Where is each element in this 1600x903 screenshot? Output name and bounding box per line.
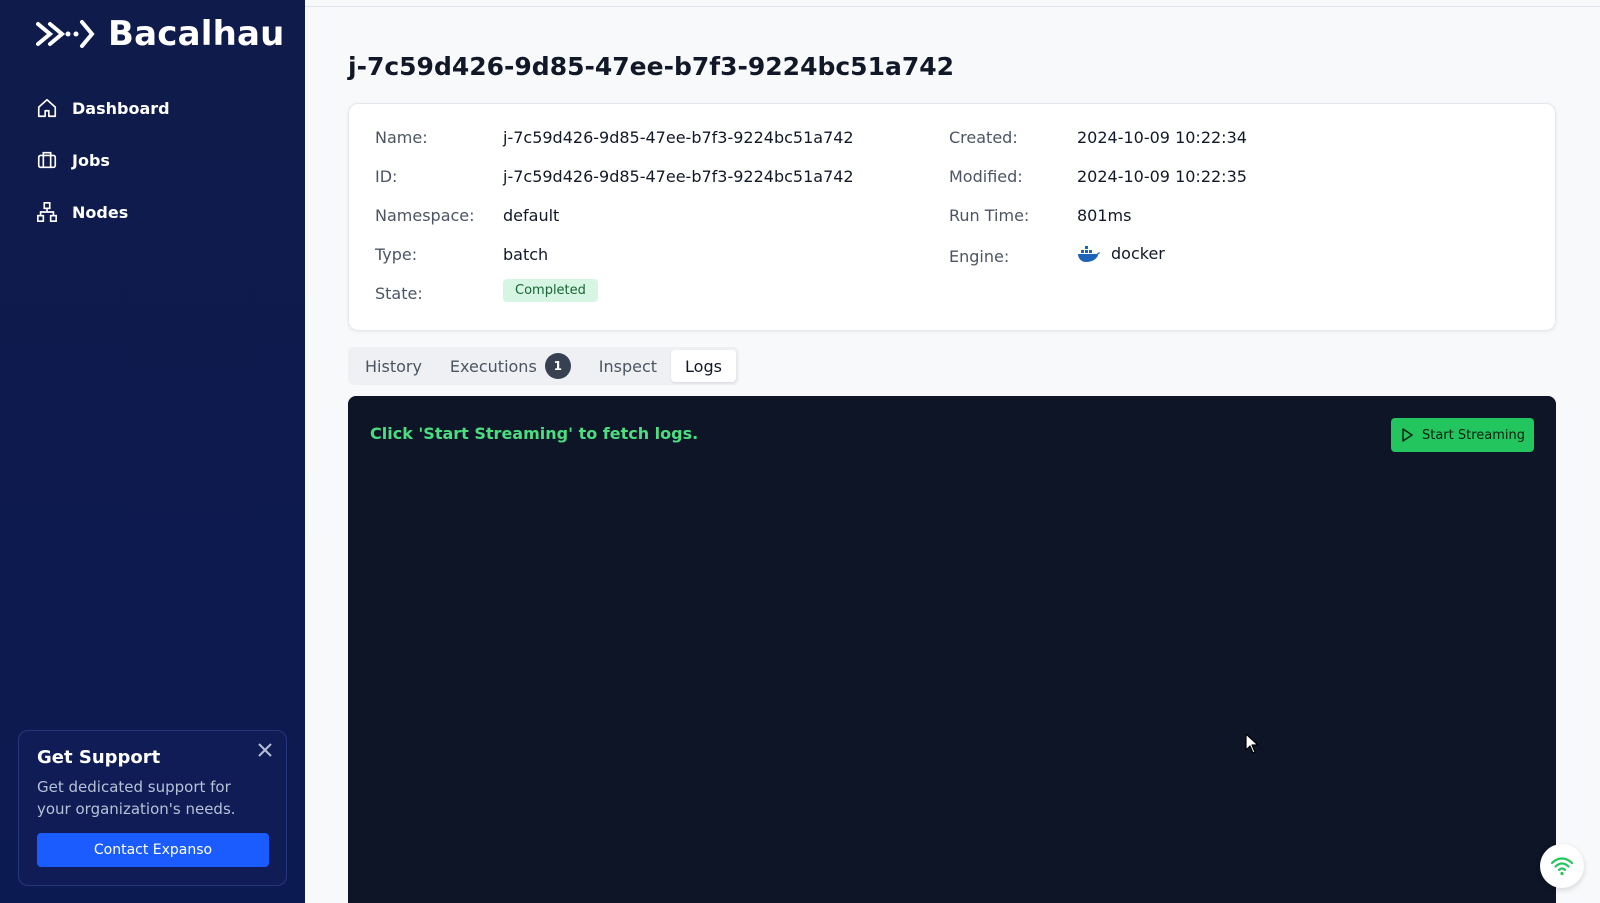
sidebar: Bacalhau Dashboard Jobs Nodes Get Suppor… bbox=[0, 0, 305, 903]
sidebar-item-label: Jobs bbox=[72, 150, 110, 170]
tab-executions[interactable]: Executions 1 bbox=[436, 350, 585, 382]
support-text: Get dedicated support for your organizat… bbox=[37, 778, 236, 818]
engine-name: docker bbox=[1111, 244, 1165, 263]
support-card: Get Support Get dedicated support for yo… bbox=[18, 730, 287, 886]
name-label: Name: bbox=[375, 128, 428, 147]
state-label: State: bbox=[375, 284, 423, 303]
bacalhau-logo-icon bbox=[36, 20, 95, 48]
wifi-icon bbox=[1550, 857, 1574, 876]
executions-count-badge: 1 bbox=[544, 353, 571, 379]
page-title: j-7c59d426-9d85-47ee-b7f3-9224bc51a742 bbox=[348, 52, 955, 81]
sidebar-nav: Dashboard Jobs Nodes bbox=[36, 90, 170, 246]
sidebar-item-jobs[interactable]: Jobs bbox=[36, 142, 170, 178]
tab-history[interactable]: History bbox=[351, 350, 436, 382]
created-label: Created: bbox=[949, 128, 1018, 147]
tab-label: Inspect bbox=[598, 356, 658, 376]
job-info-card: Name: j-7c59d426-9d85-47ee-b7f3-9224bc51… bbox=[348, 103, 1556, 331]
modified-value: 2024-10-09 10:22:35 bbox=[1077, 167, 1247, 186]
state-badge-wrap: Completed bbox=[503, 279, 598, 302]
network-status-button[interactable] bbox=[1540, 844, 1584, 888]
tab-logs[interactable]: Logs bbox=[671, 350, 736, 382]
close-icon[interactable] bbox=[256, 741, 274, 759]
network-icon bbox=[37, 202, 57, 222]
mouse-pointer-icon bbox=[1245, 733, 1259, 754]
sidebar-item-label: Nodes bbox=[72, 202, 129, 222]
engine-value: docker bbox=[1077, 244, 1165, 263]
namespace-value: default bbox=[503, 206, 560, 225]
docker-icon bbox=[1078, 245, 1100, 262]
tab-bar: History Executions 1 Inspect Logs bbox=[348, 347, 739, 385]
engine-label: Engine: bbox=[949, 247, 1010, 266]
brand-logo[interactable]: Bacalhau bbox=[36, 14, 285, 54]
status-badge: Completed bbox=[503, 279, 598, 302]
contact-expanso-button[interactable]: Contact Expanso bbox=[37, 833, 269, 867]
tab-inspect[interactable]: Inspect bbox=[585, 350, 671, 382]
logs-message: Click 'Start Streaming' to fetch logs. bbox=[370, 424, 699, 443]
support-title: Get Support bbox=[37, 747, 161, 768]
start-streaming-label: Start Streaming bbox=[1421, 427, 1526, 443]
home-icon bbox=[37, 98, 57, 118]
brand-name: Bacalhau bbox=[108, 14, 285, 54]
tab-label: History bbox=[365, 356, 422, 376]
play-icon bbox=[1402, 428, 1413, 442]
namespace-label: Namespace: bbox=[375, 206, 475, 225]
modified-label: Modified: bbox=[949, 167, 1023, 186]
id-value: j-7c59d426-9d85-47ee-b7f3-9224bc51a742 bbox=[503, 167, 854, 186]
tab-label: Logs bbox=[685, 356, 722, 376]
logs-panel: Click 'Start Streaming' to fetch logs. S… bbox=[348, 396, 1556, 903]
tab-label: Executions bbox=[449, 356, 537, 376]
id-label: ID: bbox=[375, 167, 398, 186]
top-divider bbox=[305, 6, 1600, 7]
type-value: batch bbox=[503, 245, 549, 264]
created-value: 2024-10-09 10:22:34 bbox=[1077, 128, 1247, 147]
sidebar-item-nodes[interactable]: Nodes bbox=[36, 194, 170, 230]
main-content: j-7c59d426-9d85-47ee-b7f3-9224bc51a742 N… bbox=[305, 0, 1600, 903]
type-label: Type: bbox=[375, 245, 418, 264]
runtime-label: Run Time: bbox=[949, 206, 1030, 225]
sidebar-item-dashboard[interactable]: Dashboard bbox=[36, 90, 170, 126]
start-streaming-button[interactable]: Start Streaming bbox=[1391, 418, 1534, 452]
name-value: j-7c59d426-9d85-47ee-b7f3-9224bc51a742 bbox=[503, 128, 854, 147]
briefcase-icon bbox=[37, 151, 57, 169]
runtime-value: 801ms bbox=[1077, 206, 1132, 225]
sidebar-item-label: Dashboard bbox=[72, 98, 170, 118]
